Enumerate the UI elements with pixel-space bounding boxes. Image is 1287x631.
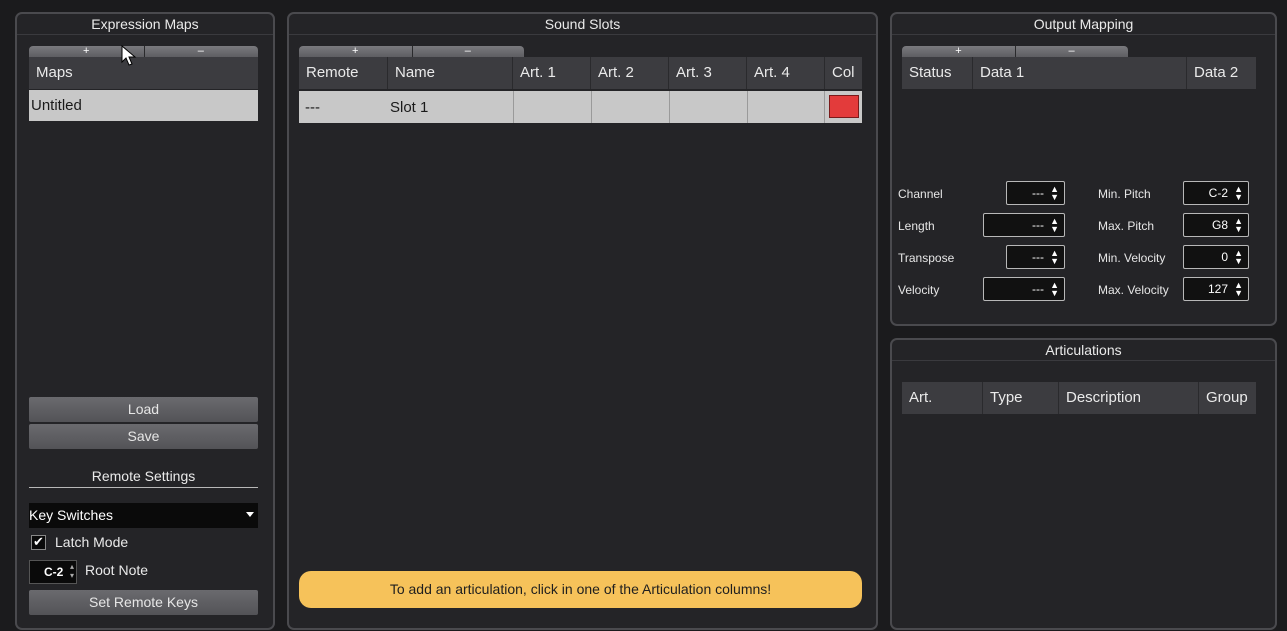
remote-settings-title: Remote Settings <box>91 468 196 484</box>
stepper-arrows-icon: ▲ ▼ <box>1234 216 1243 234</box>
stepper-arrows-icon: ▲ ▼ <box>1234 184 1243 202</box>
maps-remove-button[interactable]: – <box>144 46 259 57</box>
min-pitch-field[interactable]: C-2 ▲ ▼ <box>1183 181 1249 205</box>
save-button[interactable]: Save <box>29 424 258 449</box>
slot-art-4-cell[interactable] <box>747 91 825 123</box>
min-velocity-value: 0 <box>1221 250 1228 264</box>
slots-remove-button[interactable]: – <box>412 46 525 57</box>
maps-list: Untitled <box>29 90 258 121</box>
velocity-label: Velocity <box>898 283 940 297</box>
set-remote-keys-button[interactable]: Set Remote Keys <box>29 590 258 615</box>
column-color[interactable]: Col <box>825 57 862 89</box>
max-pitch-field[interactable]: G8 ▲ ▼ <box>1183 213 1249 237</box>
max-velocity-field[interactable]: 127 ▲ ▼ <box>1183 277 1249 301</box>
stepper-arrows-icon: ▲ ▼ <box>1234 248 1243 266</box>
latch-mode-checkbox[interactable]: ✔ <box>31 534 46 550</box>
slot-color-swatch[interactable] <box>829 95 859 118</box>
velocity-value: --- <box>1032 282 1044 296</box>
table-row[interactable]: --- Slot 1 <box>299 91 862 123</box>
articulations-table-header: Art. Type Description Group <box>902 382 1256 414</box>
column-data-1[interactable]: Data 1 <box>973 57 1186 89</box>
map-item-label: Untitled <box>31 97 82 114</box>
length-label: Length <box>898 219 935 233</box>
remote-type-dropdown[interactable]: Key Switches <box>29 503 258 528</box>
output-mapping-panel: Output Mapping + – Status Data 1 Data 2 … <box>890 12 1277 326</box>
maps-column-header[interactable]: Maps <box>29 57 258 89</box>
min-pitch-value: C-2 <box>1208 186 1228 200</box>
channel-label: Channel <box>898 187 943 201</box>
column-type[interactable]: Type <box>983 382 1058 414</box>
articulations-panel: Articulations Art. Type Description Grou… <box>890 338 1277 630</box>
transpose-label: Transpose <box>898 251 955 265</box>
expression-maps-panel: Expression Maps + – Maps Untitled Load S… <box>15 12 275 630</box>
stepper-arrows-icon: ▲ ▼ <box>1050 216 1059 234</box>
output-table-header: Status Data 1 Data 2 <box>902 57 1256 89</box>
stepper-arrows-icon: ▲ ▼ <box>1050 280 1059 298</box>
slots-add-button[interactable]: + <box>299 46 412 57</box>
column-art[interactable]: Art. <box>902 382 982 414</box>
column-status[interactable]: Status <box>902 57 972 89</box>
transpose-value: --- <box>1032 250 1044 264</box>
min-velocity-label: Min. Velocity <box>1098 251 1166 265</box>
sound-slots-title: Sound Slots <box>289 14 876 35</box>
column-art-4[interactable]: Art. 4 <box>747 57 824 89</box>
column-description[interactable]: Description <box>1059 382 1198 414</box>
maps-header: Maps <box>29 57 258 89</box>
stepper-arrows-icon: ▲ ▼ <box>1050 248 1059 266</box>
expression-maps-title: Expression Maps <box>17 14 273 35</box>
column-name[interactable]: Name <box>388 57 512 89</box>
min-pitch-label: Min. Pitch <box>1098 187 1151 201</box>
checkmark-icon: ✔ <box>33 534 44 549</box>
channel-field[interactable]: --- ▲ ▼ <box>1006 181 1065 205</box>
chevron-down-icon <box>246 512 254 517</box>
map-item-untitled[interactable]: Untitled <box>29 90 258 121</box>
slot-art-3-cell[interactable] <box>669 91 746 123</box>
slot-remote-cell[interactable]: --- <box>305 99 320 116</box>
stepper-arrows-icon: ▲ ▼ <box>1234 280 1243 298</box>
slot-art-2-cell[interactable] <box>591 91 668 123</box>
sound-slots-panel: Sound Slots + – Remote Name Art. 1 Art. … <box>287 12 878 630</box>
column-art-2[interactable]: Art. 2 <box>591 57 668 89</box>
channel-value: --- <box>1032 186 1044 200</box>
slot-name-cell[interactable]: Slot 1 <box>390 99 428 116</box>
stepper-arrows-icon: ▴ ▾ <box>69 562 74 580</box>
output-add-remove-bar: + – <box>902 46 1128 57</box>
length-field[interactable]: --- ▲ ▼ <box>983 213 1065 237</box>
output-mapping-title: Output Mapping <box>892 14 1275 35</box>
articulation-hint: To add an articulation, click in one of … <box>299 571 862 608</box>
slots-add-remove-bar: + – <box>299 46 524 57</box>
divider <box>29 487 258 488</box>
column-art-3[interactable]: Art. 3 <box>669 57 746 89</box>
length-value: --- <box>1032 218 1044 232</box>
transpose-field[interactable]: --- ▲ ▼ <box>1006 245 1065 269</box>
root-note-field[interactable]: C-2 ▴ ▾ <box>29 560 77 584</box>
slots-table-header: Remote Name Art. 1 Art. 2 Art. 3 Art. 4 … <box>299 57 862 89</box>
max-pitch-label: Max. Pitch <box>1098 219 1155 233</box>
output-remove-button[interactable]: – <box>1015 46 1128 57</box>
root-note-value: C-2 <box>44 565 64 579</box>
articulations-title: Articulations <box>892 340 1275 361</box>
column-data-2[interactable]: Data 2 <box>1187 57 1256 89</box>
latch-mode-label: Latch Mode <box>55 534 129 550</box>
slot-art-1-cell[interactable] <box>513 91 590 123</box>
stepper-arrows-icon: ▲ ▼ <box>1050 184 1059 202</box>
mouse-cursor-icon <box>121 45 137 66</box>
remote-type-value: Key Switches <box>29 507 114 523</box>
velocity-field[interactable]: --- ▲ ▼ <box>983 277 1065 301</box>
column-remote[interactable]: Remote <box>299 57 387 89</box>
column-art-1[interactable]: Art. 1 <box>513 57 590 89</box>
max-velocity-value: 127 <box>1207 282 1228 296</box>
maps-add-remove-bar: + – <box>29 46 258 57</box>
column-group[interactable]: Group <box>1199 382 1256 414</box>
min-velocity-field[interactable]: 0 ▲ ▼ <box>1183 245 1249 269</box>
output-add-button[interactable]: + <box>902 46 1015 57</box>
root-note-label: Root Note <box>85 562 149 578</box>
max-velocity-label: Max. Velocity <box>1098 283 1169 297</box>
max-pitch-value: G8 <box>1211 218 1228 232</box>
load-button[interactable]: Load <box>29 397 258 422</box>
